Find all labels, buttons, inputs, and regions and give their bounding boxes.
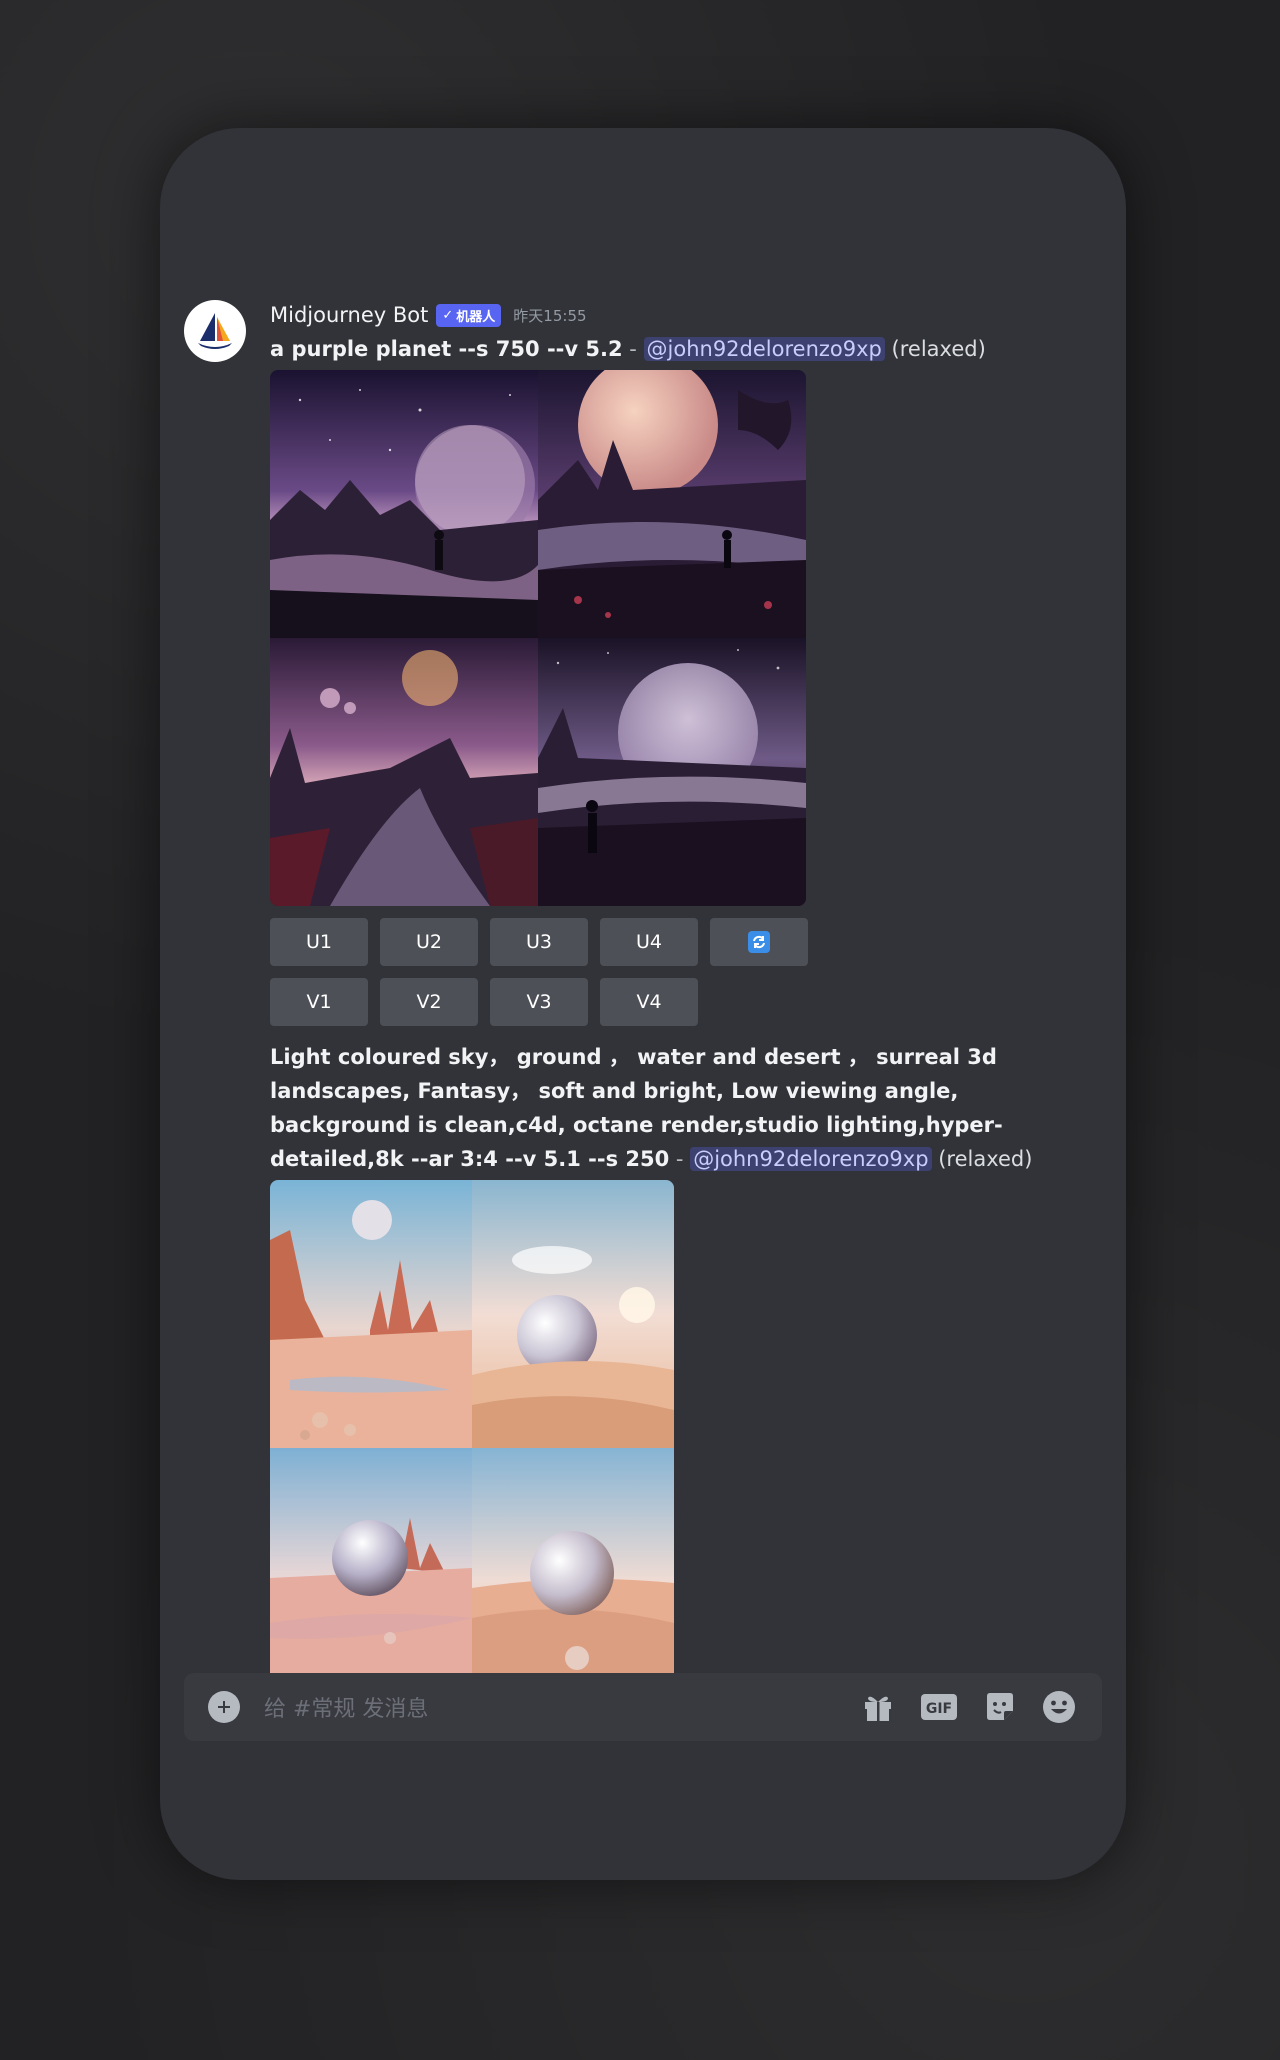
midjourney-sailboat-icon — [198, 313, 232, 349]
image-grid-purple-planet[interactable] — [270, 370, 806, 906]
prompt-1-text: a purple planet --s 750 --v 5.2 — [270, 337, 623, 361]
prompt-1-separator: - — [622, 337, 644, 361]
reroll-button[interactable] — [710, 918, 808, 966]
refresh-icon — [748, 931, 770, 953]
variation-button-1[interactable]: V1 — [270, 978, 368, 1026]
image-tile-7[interactable] — [270, 1448, 472, 1674]
svg-text:GIF: GIF — [926, 1701, 952, 1717]
upscale-button-2[interactable]: U2 — [380, 918, 478, 966]
prompt-2-separator: - — [669, 1147, 691, 1171]
user-mention[interactable]: @john92delorenzo9xp — [643, 337, 885, 361]
prompt-2-line-3: background is clean,c4d, octane render,s… — [270, 1113, 1003, 1137]
image-tile-3[interactable] — [270, 638, 538, 906]
prompt-2: Light coloured sky， ground ， water and d… — [270, 1040, 1106, 1176]
check-icon: ✓ — [442, 307, 454, 323]
mode-label: (relaxed) — [884, 337, 986, 361]
upscale-button-row: U1 U2 U3 U4 — [270, 918, 1106, 966]
upscale-button-4[interactable]: U4 — [600, 918, 698, 966]
image-tile-4[interactable] — [538, 638, 806, 906]
gif-icon[interactable]: GIF — [920, 1692, 958, 1722]
bot-badge-label: 机器人 — [456, 309, 496, 325]
bot-badge: ✓ 机器人 — [436, 303, 502, 327]
message-input-bar: 给 #常规 发消息 GIF — [184, 1673, 1102, 1741]
variation-button-row: V1 V2 V3 V4 — [270, 978, 1106, 1026]
image-tile-2[interactable] — [538, 370, 806, 638]
timestamp: 昨天15:55 — [513, 306, 587, 325]
mode-label-2: (relaxed) — [931, 1147, 1033, 1171]
prompt-2-line-4: detailed,8k --ar 3:4 --v 5.1 --s 250 — [270, 1147, 670, 1171]
variation-button-2[interactable]: V2 — [380, 978, 478, 1026]
variation-button-3[interactable]: V3 — [490, 978, 588, 1026]
message-input[interactable]: 给 #常规 发消息 — [264, 1691, 862, 1723]
image-tile-6[interactable] — [472, 1180, 674, 1448]
message-header: Midjourney Bot ✓ 机器人 昨天15:55 — [270, 298, 1106, 332]
message-content: Midjourney Bot ✓ 机器人 昨天15:55 a purple pl… — [270, 298, 1106, 1674]
sticker-icon[interactable] — [984, 1691, 1016, 1723]
upscale-button-1[interactable]: U1 — [270, 918, 368, 966]
page-backdrop: Midjourney Bot ✓ 机器人 昨天15:55 a purple pl… — [0, 0, 1280, 2060]
gift-icon[interactable] — [862, 1692, 894, 1722]
emoji-icon[interactable] — [1042, 1690, 1076, 1724]
image-tile-5[interactable] — [270, 1180, 472, 1448]
device-frame: Midjourney Bot ✓ 机器人 昨天15:55 a purple pl… — [160, 128, 1126, 1880]
upscale-button-3[interactable]: U3 — [490, 918, 588, 966]
user-mention-2[interactable]: @john92delorenzo9xp — [690, 1147, 932, 1171]
plus-icon[interactable] — [208, 1691, 240, 1723]
variation-button-4[interactable]: V4 — [600, 978, 698, 1026]
image-tile-1[interactable] — [270, 370, 538, 638]
username[interactable]: Midjourney Bot — [270, 303, 428, 327]
prompt-2-line-1: Light coloured sky， ground ， water and d… — [270, 1045, 997, 1069]
image-tile-8[interactable] — [472, 1448, 674, 1674]
avatar[interactable] — [184, 300, 246, 362]
prompt-2-line-2: landscapes, Fantasy， soft and bright, Lo… — [270, 1079, 959, 1103]
prompt-1: a purple planet --s 750 --v 5.2 - @john9… — [270, 332, 1106, 366]
image-grid-desert[interactable] — [270, 1180, 674, 1674]
